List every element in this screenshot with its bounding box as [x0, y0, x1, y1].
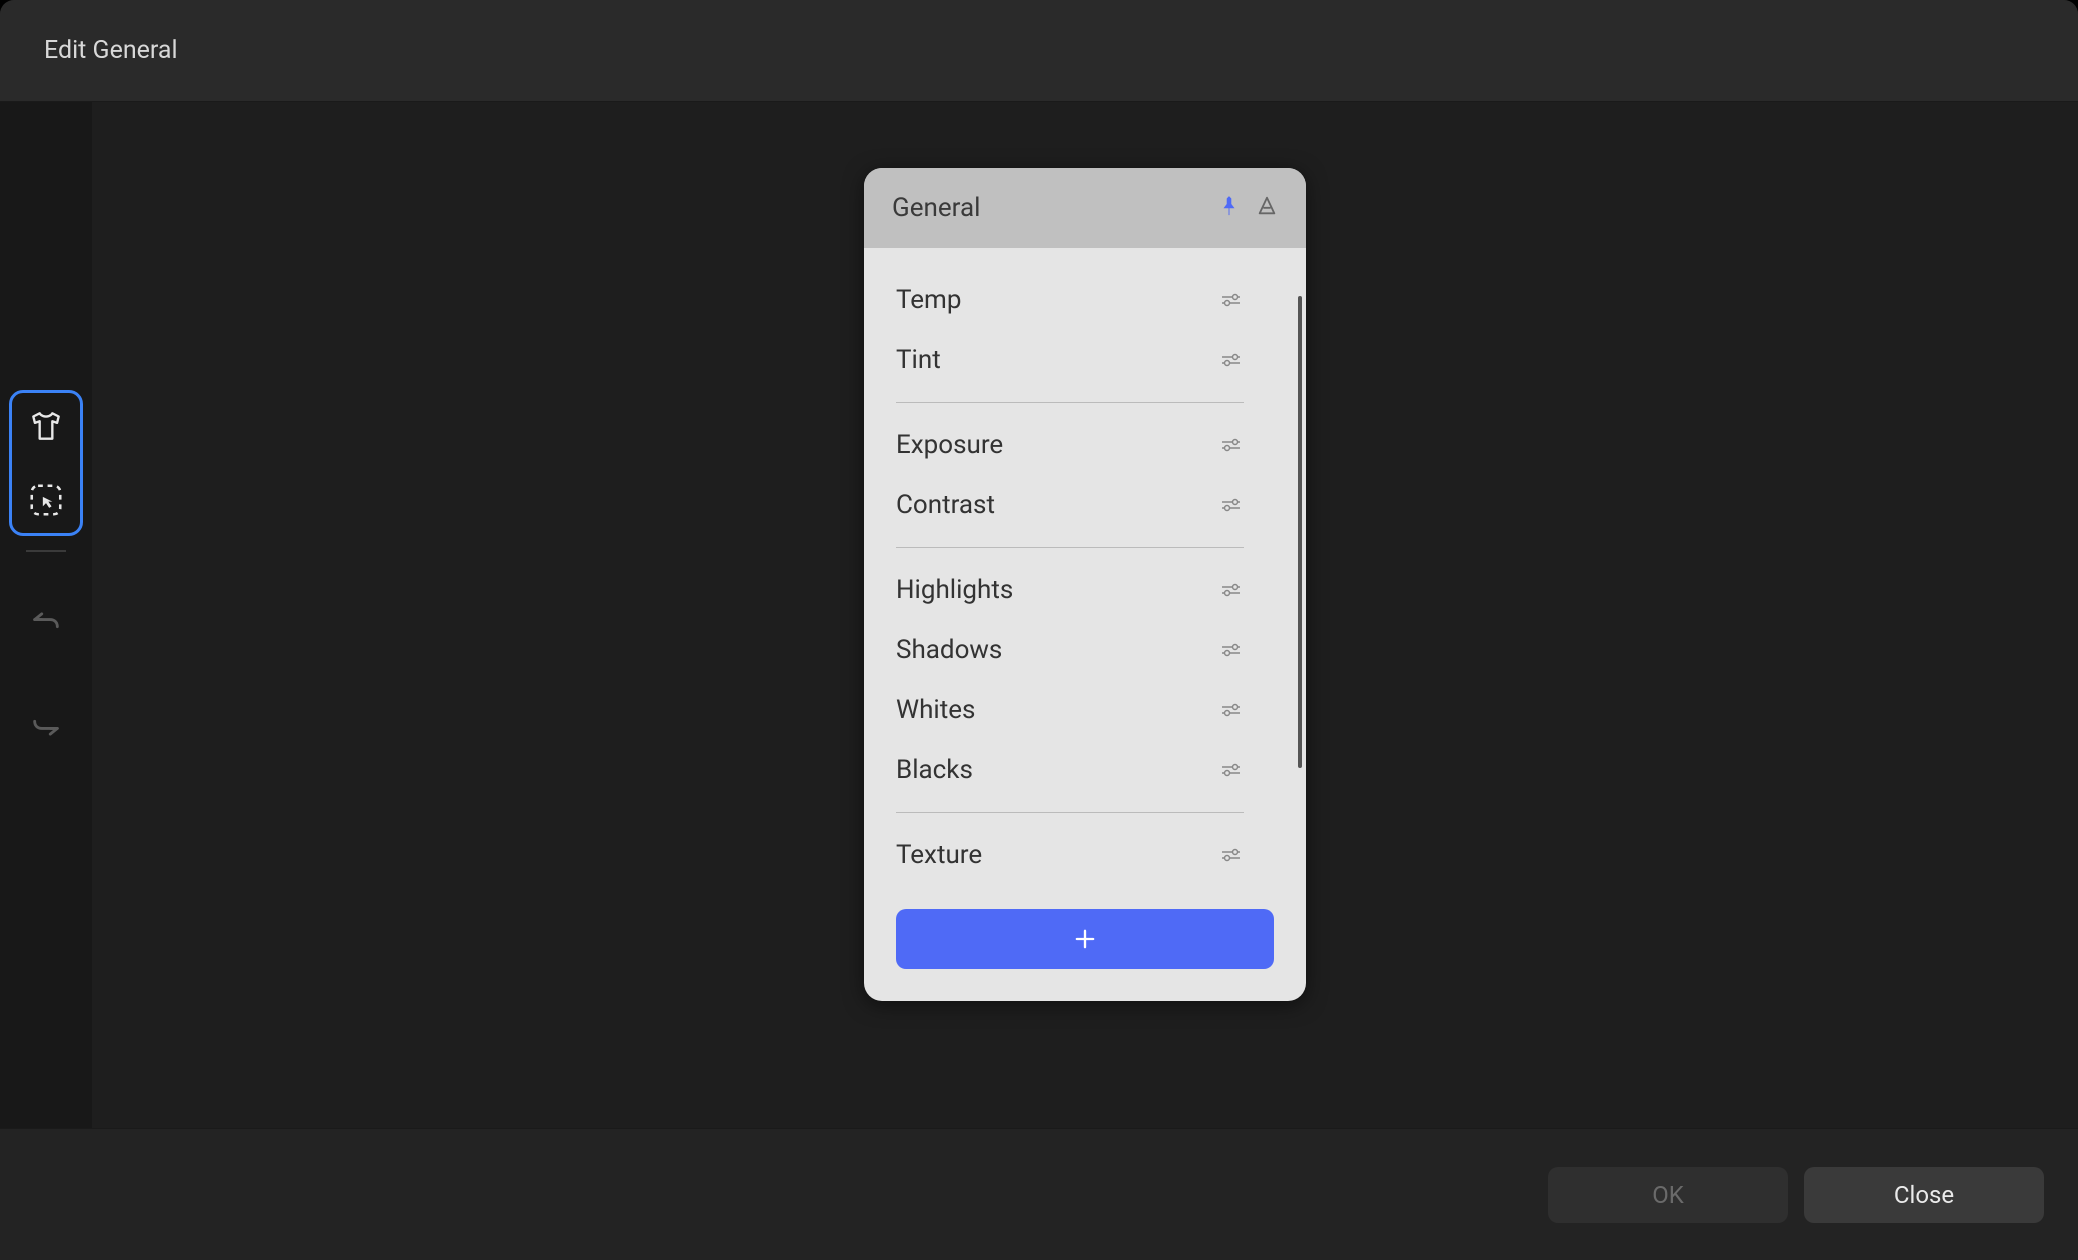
- slider-icon: [1218, 757, 1244, 783]
- undo-action[interactable]: [27, 602, 65, 640]
- ok-button[interactable]: OK: [1548, 1167, 1788, 1223]
- redo-icon: [29, 710, 63, 744]
- redo-action[interactable]: [27, 708, 65, 746]
- param-label: Highlights: [896, 575, 1013, 605]
- panel-title: General: [892, 193, 980, 223]
- slider-icon: [1218, 697, 1244, 723]
- slider-icon: [1218, 347, 1244, 373]
- tool-group-selected: [9, 390, 83, 536]
- param-exposure[interactable]: Exposure: [896, 415, 1244, 475]
- panel-header-icons: [1218, 195, 1278, 221]
- panel-header: General: [864, 168, 1306, 248]
- param-whites[interactable]: Whites: [896, 680, 1244, 740]
- param-tint[interactable]: Tint: [896, 330, 1244, 390]
- sidebar: [0, 102, 92, 1128]
- slider-icon: [1218, 842, 1244, 868]
- window-body: General: [0, 102, 2078, 1128]
- shirt-icon: [27, 407, 65, 445]
- slider-icon: [1218, 637, 1244, 663]
- param-label: Whites: [896, 695, 975, 725]
- param-label: Contrast: [896, 490, 995, 520]
- select-icon: [27, 481, 65, 519]
- param-contrast[interactable]: Contrast: [896, 475, 1244, 535]
- param-label: Texture: [896, 840, 982, 870]
- sidebar-actions: [9, 566, 83, 782]
- slider-icon: [1218, 287, 1244, 313]
- pin-icon: [1218, 195, 1240, 217]
- pin-button[interactable]: [1218, 195, 1240, 221]
- panel-body: Temp Tint E: [864, 248, 1306, 885]
- group-divider: [896, 547, 1244, 548]
- param-label: Exposure: [896, 430, 1003, 460]
- param-label: Blacks: [896, 755, 973, 785]
- param-blacks[interactable]: Blacks: [896, 740, 1244, 800]
- group-divider: [896, 402, 1244, 403]
- shirt-tool[interactable]: [27, 407, 65, 445]
- app-window: Edit General: [0, 0, 2078, 1260]
- group-divider: [896, 812, 1244, 813]
- content-area: General: [92, 102, 2078, 1128]
- param-shadows[interactable]: Shadows: [896, 620, 1244, 680]
- scrollbar[interactable]: [1298, 296, 1302, 768]
- sidebar-divider: [26, 550, 66, 552]
- undo-icon: [29, 604, 63, 638]
- panel-general: General: [864, 168, 1306, 1001]
- plus-icon: [1071, 925, 1099, 953]
- select-tool[interactable]: [27, 481, 65, 519]
- param-texture[interactable]: Texture: [896, 825, 1244, 885]
- panel-scroll: Temp Tint E: [896, 270, 1274, 885]
- slider-icon: [1218, 492, 1244, 518]
- slider-icon: [1218, 577, 1244, 603]
- slider-icon: [1218, 432, 1244, 458]
- add-button[interactable]: [896, 909, 1274, 969]
- window-title: Edit General: [44, 36, 178, 65]
- footer: OK Close: [0, 1128, 2078, 1260]
- param-temp[interactable]: Temp: [896, 270, 1244, 330]
- param-label: Tint: [896, 345, 941, 375]
- close-button[interactable]: Close: [1804, 1167, 2044, 1223]
- param-highlights[interactable]: Highlights: [896, 560, 1244, 620]
- param-label: Temp: [896, 285, 961, 315]
- param-label: Shadows: [896, 635, 1002, 665]
- titlebar: Edit General: [0, 0, 2078, 102]
- reset-button[interactable]: [1256, 195, 1278, 221]
- reset-icon: [1256, 195, 1278, 217]
